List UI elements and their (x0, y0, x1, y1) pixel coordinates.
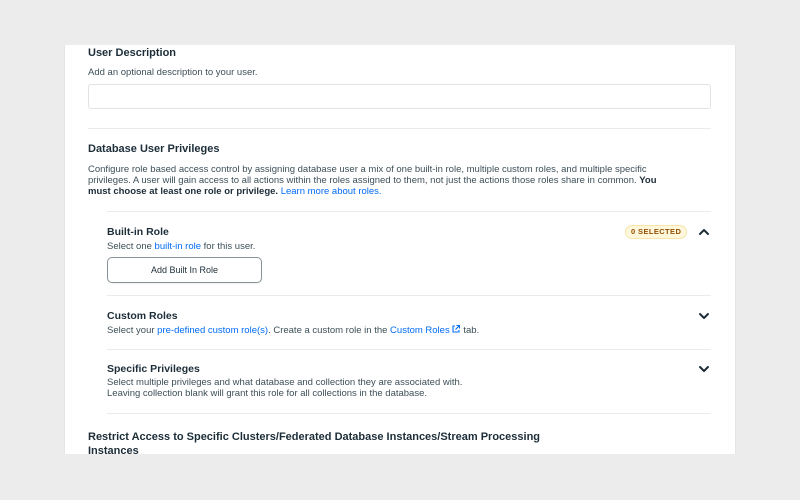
privileges-intro-line2: privileges. A user will gain access to a… (88, 175, 718, 186)
custom-roles-tab-link[interactable]: Custom Roles (390, 324, 461, 336)
privileges-intro-line1: Configure role based access control by a… (88, 164, 647, 175)
user-description-title: User Description (88, 47, 177, 59)
restrict-access-title: Restrict Access to Specific Clusters/Fed… (88, 430, 540, 454)
divider (107, 211, 711, 212)
custom-roles-toggle[interactable] (698, 310, 710, 322)
privileges-intro-emphasis: You (639, 175, 657, 186)
specific-privileges-toggle[interactable] (698, 363, 710, 375)
user-description-input[interactable] (88, 84, 711, 109)
builtin-role-toggle[interactable] (698, 226, 710, 238)
custom-roles-predefined-link[interactable]: pre-defined custom role(s) (157, 325, 268, 336)
learn-more-roles-link[interactable]: Learn more about roles. (281, 186, 382, 197)
builtin-role-desc: Select one built-in role for this user. (107, 241, 255, 252)
custom-roles-desc: Select your pre-defined custom role(s). … (107, 324, 479, 336)
specific-privileges-title: Specific Privileges (107, 363, 200, 375)
privileges-intro-line2-text: privileges. A user will gain access to a… (88, 175, 637, 186)
specific-privileges-desc: Select multiple privileges and what data… (107, 377, 462, 399)
custom-roles-desc-mid: . Create a custom role in the (268, 325, 388, 336)
user-form-panel: User Description Add an optional descrip… (64, 45, 736, 454)
selected-count-badge: 0 SELECTED (625, 225, 688, 239)
divider (107, 295, 711, 296)
custom-roles-desc-suffix: tab. (463, 325, 480, 336)
divider (107, 349, 711, 350)
builtin-role-desc-prefix: Select one (107, 241, 152, 252)
user-description-helper: Add an optional description to your user… (88, 67, 258, 78)
builtin-role-link[interactable]: built-in role (155, 241, 201, 252)
builtin-role-title: Built-in Role (107, 226, 169, 238)
privileges-intro-requirement: must choose at least one role or privile… (88, 186, 279, 197)
privileges-intro: Configure role based access control by a… (88, 164, 718, 197)
external-link-icon (452, 324, 460, 333)
builtin-role-desc-suffix: for this user. (203, 241, 256, 252)
chevron-down-icon (699, 313, 709, 319)
custom-roles-desc-prefix: Select your (107, 325, 155, 336)
divider (88, 128, 711, 129)
custom-roles-title: Custom Roles (107, 310, 178, 322)
privileges-intro-line3: must choose at least one role or privile… (88, 186, 718, 197)
chevron-up-icon (699, 229, 709, 235)
add-built-in-role-button[interactable]: Add Built In Role (107, 257, 262, 283)
specific-privileges-desc-line1: Select multiple privileges and what data… (107, 377, 463, 388)
restrict-access-title-line2: Instances (88, 445, 139, 454)
divider (107, 413, 711, 414)
chevron-down-icon (699, 366, 709, 372)
privileges-title: Database User Privileges (88, 143, 220, 155)
specific-privileges-desc-line2: Leaving collection blank will grant this… (107, 388, 428, 399)
restrict-access-title-line1: Restrict Access to Specific Clusters/Fed… (88, 431, 541, 443)
custom-roles-tab-link-label: Custom Roles (390, 325, 450, 336)
